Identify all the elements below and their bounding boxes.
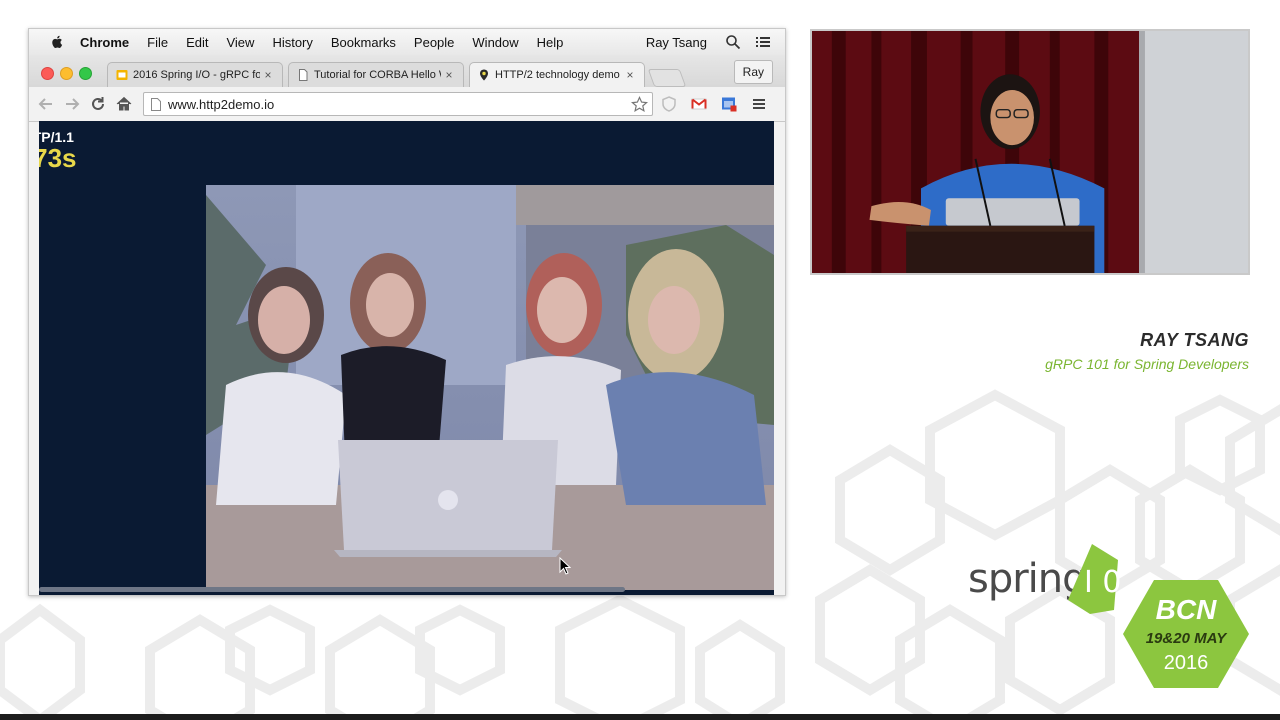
tab-close-icon[interactable]: × [441,68,457,82]
location-pin-icon [480,69,488,81]
profile-button[interactable]: Ray [733,60,773,84]
menu-app-name[interactable]: Chrome [80,35,129,50]
calendar-extension-icon[interactable] [721,96,737,112]
page-content: HTTP/1.1 1.73s [39,121,774,595]
tab-close-icon[interactable]: × [622,68,638,82]
tab-title: 2016 Spring I/O - gRPC fo [133,69,260,81]
menu-history[interactable]: History [272,35,312,50]
spring-io-leaf-logo: I 0 [1068,544,1121,614]
menu-edit[interactable]: Edit [186,35,208,50]
bookmark-star-icon[interactable] [631,96,648,113]
talk-title: gRPC 101 for Spring Developers [1045,356,1249,372]
url-text[interactable]: www.http2demo.io [168,93,274,117]
back-arrow-icon[interactable] [37,95,55,113]
reload-icon[interactable] [89,95,107,113]
new-tab-button[interactable] [647,69,687,87]
page-icon [299,69,308,81]
mouse-cursor-icon [559,557,571,575]
address-bar[interactable]: www.http2demo.io [143,92,653,116]
home-icon[interactable] [115,95,133,113]
event-dates: 19&20 MAY [1145,630,1227,647]
tab-close-icon[interactable]: × [260,68,276,82]
browser-toolbar: www.http2demo.io [29,87,785,122]
tab-spring-io-slides[interactable]: 2016 Spring I/O - gRPC fo × [107,62,283,87]
window-maximize-button[interactable] [79,67,92,80]
page-icon [151,98,161,111]
mac-menubar: Chrome File Edit View History Bookmarks … [29,29,785,56]
apple-icon[interactable] [50,35,64,49]
load-time-value: 1.73s [39,143,77,173]
menu-bookmarks[interactable]: Bookmarks [331,35,396,50]
menubar-status-area: Ray Tsang [646,34,785,50]
browser-window: Chrome File Edit View History Bookmarks … [28,28,786,596]
horizontal-scrollbar[interactable] [39,587,625,592]
slides-icon [116,70,128,80]
tab-http2-demo[interactable]: HTTP/2 technology demo × [469,62,645,87]
notification-center-icon[interactable] [755,34,771,50]
window-close-button[interactable] [41,67,54,80]
bottom-edge-bar [0,714,1280,720]
menubar-user-name[interactable]: Ray Tsang [646,35,707,50]
tab-strip: 2016 Spring I/O - gRPC fo × Tutorial for… [29,55,785,87]
menu-help[interactable]: Help [537,35,564,50]
tab-title: HTTP/2 technology demo [495,69,620,81]
tab-title: Tutorial for CORBA Hello W [314,69,441,81]
tab-corba-tutorial[interactable]: Tutorial for CORBA Hello W × [288,62,464,87]
speaker-name: RAY TSANG [1140,330,1249,350]
spotlight-search-icon[interactable] [725,34,741,50]
demo-photo-group-at-laptop [206,185,774,590]
menu-file[interactable]: File [147,35,168,50]
chrome-menu-icon[interactable] [751,96,767,112]
menu-view[interactable]: View [226,35,254,50]
speaker-video-feed [810,29,1250,275]
menu-people[interactable]: People [414,35,454,50]
forward-arrow-icon[interactable] [63,95,81,113]
menu-window[interactable]: Window [472,35,518,50]
window-minimize-button[interactable] [60,67,73,80]
gmail-icon[interactable] [691,96,707,112]
spring-io-badge-text: I 0 [1084,565,1121,600]
shield-extension-icon[interactable] [661,96,677,112]
event-year: 2016 [1163,652,1209,674]
event-city: BCN [1155,594,1217,625]
